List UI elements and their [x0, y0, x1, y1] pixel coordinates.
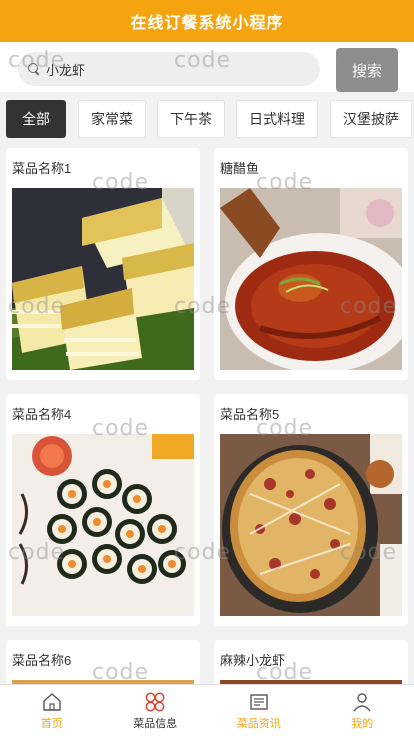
category-japanese[interactable]: 日式料理	[236, 100, 318, 138]
tab-label: 菜品资讯	[236, 717, 281, 730]
sweet-sour-fish-photo	[220, 188, 402, 370]
tab-dish-news[interactable]: 菜品资讯	[207, 685, 311, 736]
tab-mine[interactable]: 我的	[311, 685, 414, 736]
dish-card[interactable]: 菜品名称1	[6, 148, 200, 380]
dish-name: 糖醋鱼	[220, 161, 260, 176]
grid-flower-icon	[145, 692, 165, 711]
category-afternoon-tea[interactable]: 下午茶	[157, 100, 225, 138]
mille-crepe-cake-photo	[12, 188, 194, 370]
search-button[interactable]: 搜索	[336, 48, 398, 92]
dish-name: 菜品名称5	[220, 407, 280, 422]
dish-card[interactable]: 菜品名称5	[214, 394, 408, 626]
tab-label: 菜品信息	[133, 717, 178, 730]
search-value: 小龙虾	[46, 62, 86, 78]
tab-label: 我的	[351, 717, 374, 730]
dish-card[interactable]: 菜品名称4	[6, 394, 200, 626]
home-icon	[43, 692, 61, 711]
category-tabs: 全部 家常菜 下午茶 日式料理 汉堡披萨	[0, 92, 414, 148]
search-icon	[28, 63, 40, 75]
search-bar: 小龙虾 搜索	[0, 42, 414, 92]
category-home-cooking[interactable]: 家常菜	[78, 100, 146, 138]
dish-card[interactable]: 糖醋鱼	[214, 148, 408, 380]
category-all[interactable]: 全部	[6, 100, 66, 138]
news-icon	[250, 693, 268, 710]
sushi-roll-photo	[12, 434, 194, 616]
bottom-tab-bar: 首页 菜品信息 菜品资讯 我的	[0, 684, 414, 736]
search-input[interactable]: 小龙虾	[18, 52, 320, 86]
tab-dish-info[interactable]: 菜品信息	[104, 685, 208, 736]
title-bar: 在线订餐系统小程序	[0, 0, 414, 42]
dish-name: 麻辣小龙虾	[220, 653, 286, 668]
category-burger-pizza[interactable]: 汉堡披萨	[330, 100, 412, 138]
tab-label: 首页	[40, 717, 63, 730]
dish-name: 菜品名称6	[12, 653, 72, 668]
user-icon	[353, 692, 371, 711]
dish-name: 菜品名称1	[12, 161, 72, 176]
app-title: 在线订餐系统小程序	[130, 15, 284, 32]
tab-home[interactable]: 首页	[0, 685, 104, 736]
pizza-photo	[220, 434, 402, 616]
dish-name: 菜品名称4	[12, 407, 72, 422]
